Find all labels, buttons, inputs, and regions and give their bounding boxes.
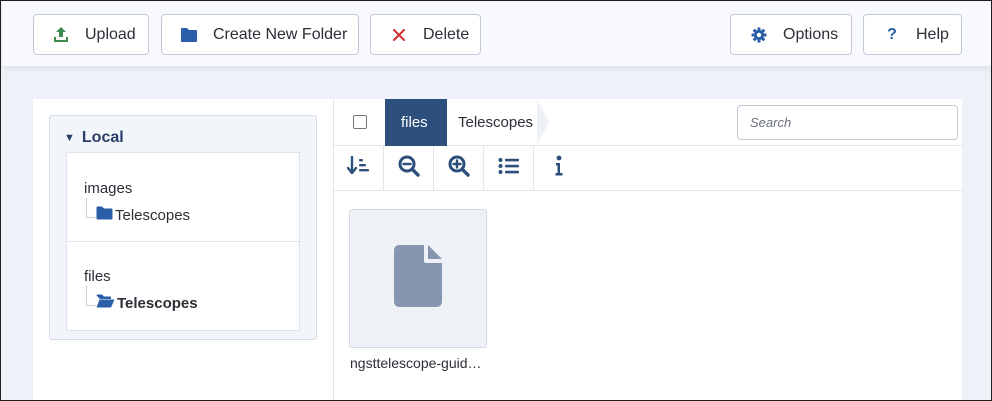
close-icon — [389, 25, 409, 45]
breadcrumb-arrow — [432, 99, 445, 145]
toolbar: Upload Create New Folder Delete Options … — [2, 2, 991, 66]
tree-folder-telescopes-active[interactable]: Telescopes — [96, 294, 198, 312]
gear-icon — [749, 25, 769, 45]
breadcrumb-telescopes[interactable]: Telescopes — [458, 99, 533, 146]
info-button[interactable] — [534, 146, 584, 191]
drive-name[interactable]: files — [84, 268, 111, 285]
file-name[interactable]: ngsttelescope-guid… — [350, 355, 488, 371]
tree-folder-telescopes[interactable]: Telescopes — [96, 206, 190, 224]
zoom-out-icon — [398, 155, 420, 182]
caret-down-icon: ▼ — [64, 132, 75, 144]
file-thumbnail[interactable] — [349, 209, 487, 348]
sort-icon — [346, 155, 371, 181]
info-icon — [554, 155, 564, 182]
file-browser: files Telescopes Search ngsttelescope-gu… — [333, 99, 963, 400]
select-all-checkbox[interactable] — [353, 115, 367, 129]
zoom-in-icon — [448, 155, 470, 182]
create-folder-label: Create New Folder — [213, 25, 348, 43]
upload-button[interactable]: Upload — [33, 14, 149, 55]
help-label: Help — [916, 25, 949, 43]
folder-label: Telescopes — [117, 294, 198, 312]
tree-header-label: Local — [81, 129, 124, 146]
folder-open-icon — [96, 294, 117, 312]
folder-label: Telescopes — [115, 206, 191, 224]
list-view-button[interactable] — [484, 146, 534, 191]
drive-images: images Telescopes — [67, 153, 299, 242]
create-folder-button[interactable]: Create New Folder — [161, 14, 359, 55]
options-label: Options — [783, 25, 839, 43]
folder-icon — [96, 206, 115, 224]
browser-toolbar — [334, 146, 963, 191]
file-icon — [394, 245, 442, 312]
browser-header: files Telescopes — [334, 99, 963, 146]
media-manager: Upload Create New Folder Delete Options … — [0, 0, 992, 401]
options-button[interactable]: Options — [730, 14, 852, 55]
upload-label: Upload — [85, 25, 136, 43]
delete-label: Delete — [423, 25, 470, 43]
tree-drives: images Telescopes files Telescopes — [66, 152, 300, 331]
tree-connector — [86, 198, 96, 218]
main-panel: ▼ Local images Telescopes files Telescop… — [33, 99, 963, 400]
drive-name[interactable]: images — [84, 180, 132, 197]
search-input[interactable] — [737, 105, 958, 140]
upload-icon — [51, 25, 71, 45]
drive-files: files Telescopes — [67, 242, 299, 330]
sort-button[interactable] — [334, 146, 384, 191]
breadcrumb-arrow — [537, 99, 549, 145]
tree-header[interactable]: ▼ Local — [64, 129, 124, 147]
question-icon: ? — [887, 25, 897, 43]
tree-connector — [86, 286, 96, 306]
delete-button[interactable]: Delete — [370, 14, 481, 55]
zoom-in-button[interactable] — [434, 146, 484, 191]
folder-tree: ▼ Local images Telescopes files Telescop… — [49, 115, 317, 340]
folder-icon — [179, 25, 199, 45]
list-view-icon — [498, 157, 520, 180]
help-button[interactable]: ? Help — [863, 14, 962, 55]
zoom-out-button[interactable] — [384, 146, 434, 191]
